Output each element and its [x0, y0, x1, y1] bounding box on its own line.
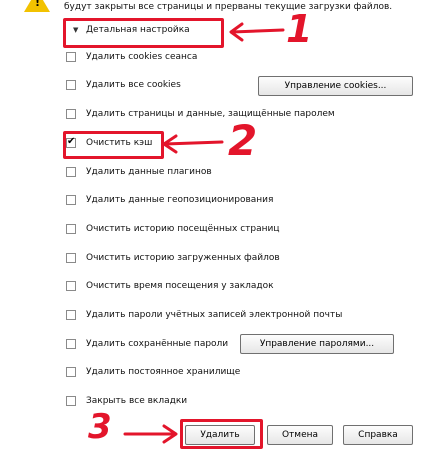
- step-3-number: 3: [88, 407, 112, 447]
- arrow-line-2: [163, 140, 224, 146]
- arrow-line-1: [230, 28, 285, 34]
- step-1-number: 1: [286, 7, 313, 51]
- step-2-number: 2: [228, 116, 258, 165]
- annotation-overlay: [123, 22, 285, 444]
